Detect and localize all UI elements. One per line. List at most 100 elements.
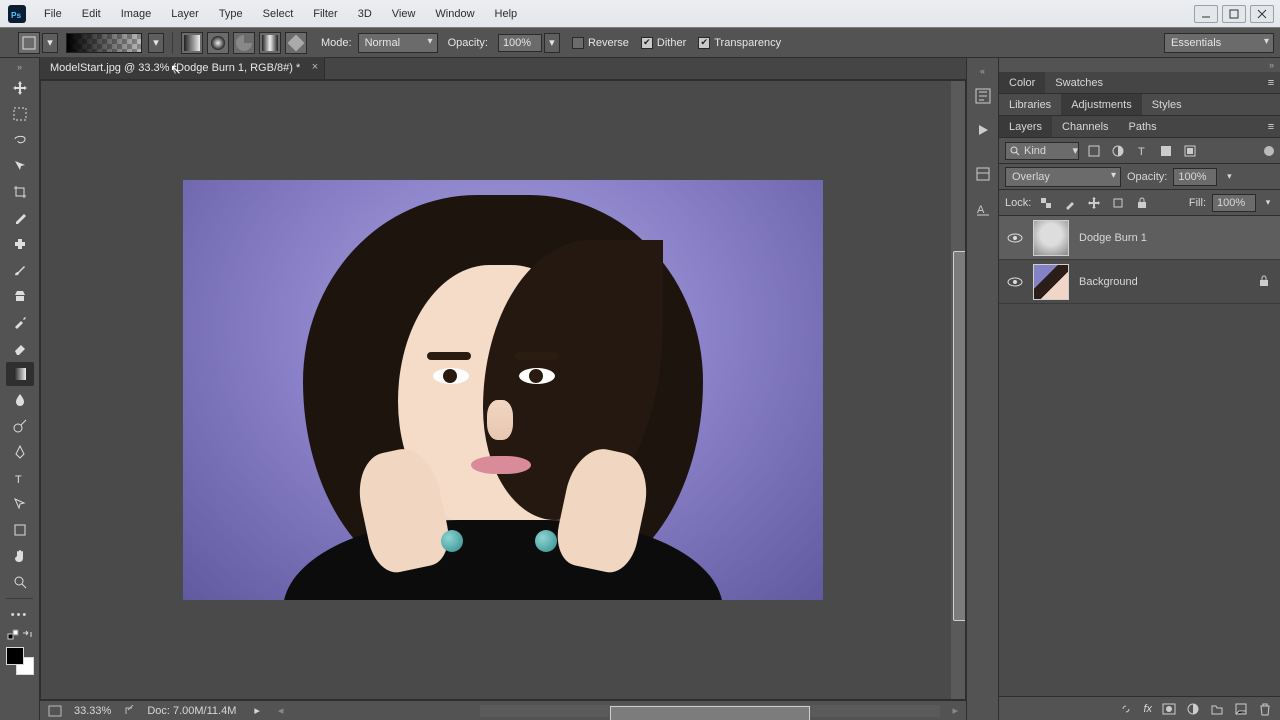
layer-mask-icon[interactable] [1162, 702, 1176, 716]
gradient-tool-icon[interactable] [6, 362, 34, 386]
blur-tool-icon[interactable] [6, 388, 34, 412]
zoom-value[interactable]: 33.33% [74, 705, 111, 717]
gradient-picker-chevron[interactable]: ▾ [148, 33, 164, 53]
brush-tool-icon[interactable] [6, 258, 34, 282]
layer-fx-icon[interactable]: fx [1143, 703, 1152, 715]
doc-info-chevron[interactable]: ▸ [254, 704, 260, 717]
link-layers-icon[interactable] [1119, 702, 1133, 716]
menu-layer[interactable]: Layer [161, 0, 209, 27]
menu-filter[interactable]: Filter [303, 0, 347, 27]
tab-layers[interactable]: Layers [999, 116, 1052, 137]
layer-row[interactable]: Dodge Burn 1 [999, 216, 1280, 260]
menu-view[interactable]: View [382, 0, 426, 27]
tab-swatches[interactable]: Swatches [1045, 72, 1113, 93]
adjustment-layer-icon[interactable] [1186, 702, 1200, 716]
window-maximize-button[interactable] [1222, 5, 1246, 23]
menu-edit[interactable]: Edit [72, 0, 111, 27]
lock-pixels-icon[interactable] [1061, 194, 1079, 212]
type-tool-icon[interactable]: T [6, 466, 34, 490]
dodge-tool-icon[interactable] [6, 414, 34, 438]
trash-icon[interactable] [1258, 702, 1272, 716]
filter-adjustment-icon[interactable] [1109, 142, 1127, 160]
move-tool-icon[interactable] [6, 76, 34, 100]
window-minimize-button[interactable] [1194, 5, 1218, 23]
layer-opacity-chevron[interactable]: ▾ [1223, 171, 1235, 182]
filter-pixel-icon[interactable] [1085, 142, 1103, 160]
gradient-swatch[interactable] [66, 33, 142, 53]
layer-row[interactable]: Background [999, 260, 1280, 304]
gradient-diamond-icon[interactable] [285, 32, 307, 54]
menu-file[interactable]: File [34, 0, 72, 27]
layer-thumbnail[interactable] [1033, 264, 1069, 300]
scroll-right-icon[interactable]: ▸ [952, 704, 958, 717]
mode-select[interactable]: Normal [358, 33, 438, 53]
visibility-toggle-icon[interactable] [1007, 274, 1023, 290]
marquee-tool-icon[interactable] [6, 102, 34, 126]
menu-image[interactable]: Image [111, 0, 162, 27]
gradient-radial-icon[interactable] [207, 32, 229, 54]
group-icon[interactable] [1210, 702, 1224, 716]
healing-tool-icon[interactable] [6, 232, 34, 256]
document-tab[interactable]: ModelStart.jpg @ 33.3% (Dodge Burn 1, RG… [40, 57, 325, 79]
menu-select[interactable]: Select [253, 0, 304, 27]
tab-channels[interactable]: Channels [1052, 116, 1118, 137]
filter-shape-icon[interactable] [1157, 142, 1175, 160]
new-layer-icon[interactable] [1234, 702, 1248, 716]
gradient-reflected-icon[interactable] [259, 32, 281, 54]
fg-bg-color[interactable] [6, 647, 34, 675]
gradient-linear-icon[interactable] [181, 32, 203, 54]
dither-checkbox[interactable] [641, 37, 653, 49]
hand-tool-icon[interactable] [6, 544, 34, 568]
tab-paths[interactable]: Paths [1119, 116, 1167, 137]
tab-styles[interactable]: Styles [1142, 94, 1192, 115]
menu-type[interactable]: Type [209, 0, 253, 27]
filter-smart-icon[interactable] [1181, 142, 1199, 160]
layer-name[interactable]: Dodge Burn 1 [1079, 232, 1272, 244]
share-icon[interactable] [123, 705, 135, 717]
lock-position-icon[interactable] [1085, 194, 1103, 212]
collapse-dock-icon[interactable]: « [967, 66, 998, 76]
history-panel-icon[interactable] [971, 84, 995, 108]
tool-preset-chevron[interactable]: ▾ [42, 33, 58, 53]
layer-thumbnail[interactable] [1033, 220, 1069, 256]
tab-adjustments[interactable]: Adjustments [1061, 94, 1142, 115]
reverse-checkbox[interactable] [572, 37, 584, 49]
lasso-tool-icon[interactable] [6, 128, 34, 152]
menu-3d[interactable]: 3D [348, 0, 382, 27]
edit-toolbar-icon[interactable]: ••• [6, 603, 34, 627]
opacity-input[interactable]: 100% [498, 34, 542, 52]
layer-name[interactable]: Background [1079, 276, 1248, 288]
window-close-button[interactable] [1250, 5, 1274, 23]
expand-tools-icon[interactable]: » [0, 62, 39, 72]
vertical-scrollbar[interactable] [951, 81, 965, 699]
default-colors-icon[interactable] [7, 629, 19, 641]
lock-all-icon[interactable] [1133, 194, 1151, 212]
close-tab-icon[interactable]: × [312, 61, 318, 73]
quick-select-tool-icon[interactable] [6, 154, 34, 178]
gradient-angle-icon[interactable] [233, 32, 255, 54]
scroll-left-icon[interactable]: ◂ [278, 704, 284, 717]
tab-color[interactable]: Color [999, 72, 1045, 93]
layer-filter-kind[interactable]: Kind▾ [1005, 142, 1079, 160]
tool-preset-picker[interactable] [18, 32, 40, 54]
layer-opacity-input[interactable]: 100% [1173, 168, 1217, 186]
filter-toggle[interactable] [1264, 146, 1274, 156]
clone-tool-icon[interactable] [6, 284, 34, 308]
crop-tool-icon[interactable] [6, 180, 34, 204]
zoom-tool-icon[interactable] [6, 570, 34, 594]
status-mini-icon[interactable] [48, 705, 62, 717]
panel-menu-icon[interactable]: ≡ [1262, 72, 1280, 93]
swap-colors-icon[interactable] [21, 629, 33, 641]
shape-tool-icon[interactable] [6, 518, 34, 542]
menu-help[interactable]: Help [485, 0, 528, 27]
eyedropper-tool-icon[interactable] [6, 206, 34, 230]
history-brush-tool-icon[interactable] [6, 310, 34, 334]
character-panel-icon[interactable]: A [971, 196, 995, 220]
horizontal-scrollbar[interactable] [480, 705, 940, 717]
fill-input[interactable]: 100% [1212, 194, 1256, 212]
collapse-right-dock-icon[interactable]: » [999, 58, 1280, 72]
pen-tool-icon[interactable] [6, 440, 34, 464]
opacity-chevron[interactable]: ▾ [544, 33, 560, 53]
blend-mode-select[interactable]: Overlay [1005, 167, 1121, 187]
fill-chevron[interactable]: ▾ [1262, 197, 1274, 208]
